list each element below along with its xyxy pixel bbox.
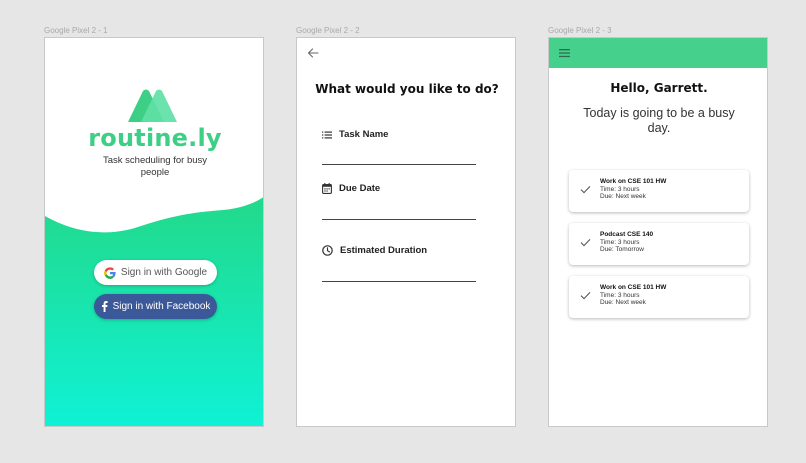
brand-name: routine.ly [88,124,222,152]
task-name-field[interactable]: Task Name [322,129,476,165]
due-date-field[interactable]: Due Date [322,183,476,220]
task-card[interactable]: Work on CSE 101 HW Time: 3 hours Due: Ne… [569,276,749,318]
task-title: Podcast CSE 140 [600,231,654,238]
frame-label-2: Google Pixel 2 - 2 [296,26,360,35]
task-title: Work on CSE 101 HW [600,284,667,291]
calendar-icon [322,183,332,194]
back-arrow-icon[interactable] [307,47,319,59]
task-title: Work on CSE 101 HW [600,178,667,185]
greeting: Hello, Garrett. [610,81,708,95]
routinely-logo-icon [128,89,177,122]
estimated-duration-field[interactable]: Estimated Duration [322,245,476,282]
task-card[interactable]: Podcast CSE 140 Time: 3 hours Due: Tomor… [569,223,749,265]
task-time: Time: 3 hours [600,238,640,246]
new-task-screen: What would you like to do? Task Name Due… [296,37,516,427]
task-time: Time: 3 hours [600,185,640,193]
checkmark-icon[interactable] [580,238,591,247]
login-screen: routine.ly Task scheduling for busy peop… [44,37,264,427]
task-time: Time: 3 hours [600,291,640,299]
day-summary: Today is going to be a busy day. [583,106,735,135]
home-screen: Hello, Garrett. Today is going to be a b… [548,37,768,427]
task-name-underline [322,164,476,165]
checkmark-icon[interactable] [580,291,591,300]
sign-in-facebook-label: Sign in with Facebook [112,301,211,312]
sign-in-google-label: Sign in with Google [120,267,208,278]
tagline: Task scheduling for busy people [102,155,208,178]
hamburger-menu-icon[interactable] [559,48,570,58]
list-icon [322,131,332,138]
estimated-duration-underline [322,281,476,282]
form-title: What would you like to do? [315,82,499,96]
frame-label-3: Google Pixel 2 - 3 [548,26,612,35]
checkmark-icon[interactable] [580,185,591,194]
sign-in-google-button[interactable]: Sign in with Google [94,260,217,285]
estimated-duration-label: Estimated Duration [340,245,428,256]
task-due: Due: Next week [600,193,646,200]
task-card[interactable]: Work on CSE 101 HW Time: 3 hours Due: Ne… [569,170,749,212]
task-name-label: Task Name [339,129,389,140]
due-date-underline [322,219,476,220]
frame-label-1: Google Pixel 2 - 1 [44,26,108,35]
clock-icon [322,245,333,256]
app-bar [549,38,767,68]
due-date-label: Due Date [339,183,381,194]
sign-in-facebook-button[interactable]: Sign in with Facebook [94,294,217,319]
google-icon [103,266,116,279]
facebook-icon [101,301,108,312]
task-due: Due: Tomorrow [600,246,644,253]
task-due: Due: Next week [600,299,646,306]
